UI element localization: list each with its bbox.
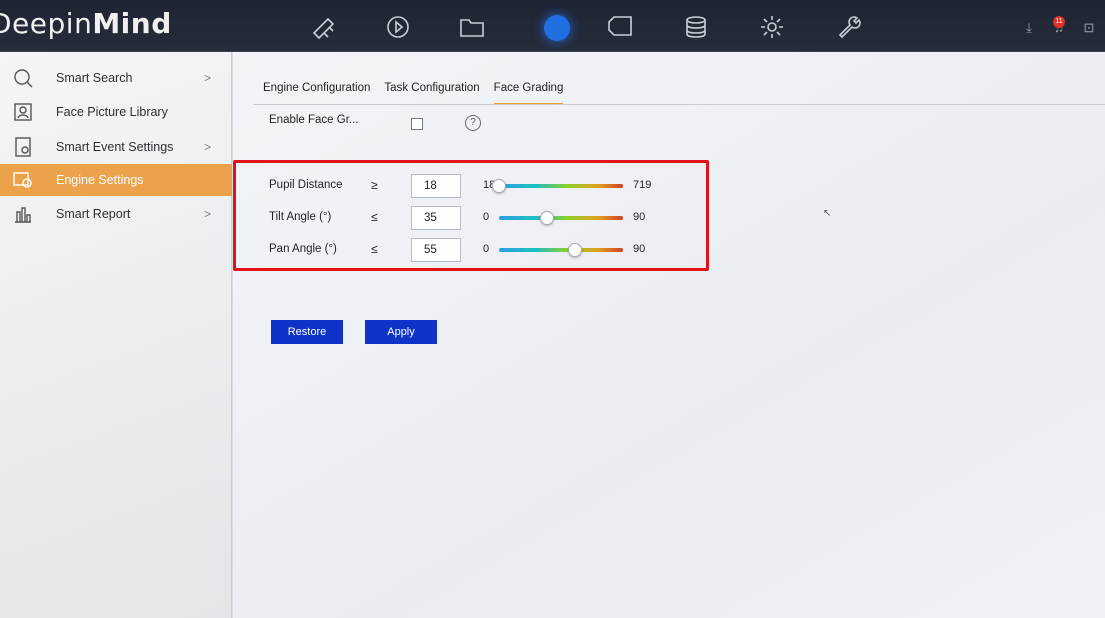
- enable-face-grading-label: Enable Face Gr...: [269, 114, 359, 126]
- tilt-angle-slider[interactable]: [499, 211, 623, 225]
- pupil-distance-row: Pupil Distance ≥ 18 18 719: [269, 174, 709, 198]
- event-settings-icon: [15, 137, 31, 157]
- face-library-icon: [14, 103, 32, 121]
- tag-icon[interactable]: [604, 12, 636, 42]
- pan-angle-row: Pan Angle (°) ≤ 55 0 90: [269, 238, 709, 262]
- storage-icon[interactable]: [680, 12, 712, 42]
- tab-face-grading[interactable]: Face Grading: [493, 82, 564, 104]
- tab-divider: [253, 104, 1105, 105]
- sidebar-item-smart-report[interactable]: Smart Report >: [0, 198, 232, 230]
- pupil-distance-input[interactable]: 18: [411, 174, 461, 198]
- pupil-distance-slider[interactable]: [492, 179, 623, 193]
- search-ai-icon[interactable]: [308, 12, 340, 42]
- sidebar-item-label: Engine Settings: [56, 173, 144, 187]
- operator-symbol: ≤: [371, 242, 378, 256]
- operator-symbol: ≤: [371, 210, 378, 224]
- sidebar-item-label: Smart Report: [56, 207, 131, 221]
- tab-bar: Engine Configuration Task Configuration …: [263, 82, 564, 104]
- sidebar-item-smart-search[interactable]: Smart Search >: [0, 62, 232, 94]
- folder-icon[interactable]: [456, 12, 488, 42]
- slider-max-label: 719: [633, 179, 652, 191]
- slider-thumb[interactable]: [492, 179, 506, 193]
- user-lock-icon[interactable]: ⊡: [1081, 20, 1097, 36]
- slider-max-label: 90: [633, 211, 646, 223]
- slider-max-label: 90: [633, 243, 646, 255]
- alarm-bell-icon[interactable]: ♫ 11: [1051, 16, 1067, 36]
- playback-icon[interactable]: [382, 12, 414, 42]
- operator-symbol: ≥: [371, 178, 378, 192]
- enable-face-grading-checkbox[interactable]: [411, 118, 423, 130]
- apply-button[interactable]: Apply: [365, 320, 437, 344]
- slider-thumb[interactable]: [567, 243, 582, 257]
- report-icon: [15, 207, 31, 223]
- tilt-angle-input[interactable]: 35: [411, 206, 461, 230]
- tab-engine-configuration[interactable]: Engine Configuration: [263, 82, 370, 104]
- sidebar-item-label: Smart Event Settings: [56, 140, 174, 154]
- top-right-tools: ⤓ ♫ 11 ⊡: [1021, 16, 1097, 36]
- alarm-count-badge: 11: [1053, 16, 1065, 28]
- slider-min-label: 0: [483, 211, 490, 223]
- pan-angle-slider[interactable]: [499, 243, 623, 257]
- tilt-angle-row: Tilt Angle (°) ≤ 35 0 90: [269, 206, 709, 230]
- chevron-right-icon: >: [204, 207, 212, 221]
- top-bar: DeepinMind ⤓ ♫ 11 ⊡: [0, 0, 1105, 52]
- sidebar-item-label: Smart Search: [56, 71, 133, 85]
- chevron-right-icon: >: [204, 71, 212, 85]
- sidebar-item-smart-event-settings[interactable]: Smart Event Settings >: [0, 131, 232, 163]
- tilt-angle-label: Tilt Angle (°): [269, 211, 332, 223]
- pupil-distance-label: Pupil Distance: [269, 179, 343, 191]
- smart-search-icon: [14, 69, 33, 88]
- slider-thumb[interactable]: [540, 211, 555, 225]
- settings-gear-icon[interactable]: [756, 12, 788, 42]
- sidebar-item-engine-settings[interactable]: Engine Settings: [0, 164, 232, 196]
- sidebar-item-label: Face Picture Library: [56, 105, 168, 119]
- chevron-right-icon: >: [204, 140, 212, 154]
- main-panel: Engine Configuration Task Configuration …: [233, 52, 1105, 618]
- pan-angle-input[interactable]: 55: [411, 238, 461, 262]
- slider-min-label: 0: [483, 243, 490, 255]
- app-logo: DeepinMind: [0, 7, 172, 40]
- engine-settings-icon: [13, 172, 32, 188]
- download-icon[interactable]: ⤓: [1021, 20, 1037, 36]
- smart-search-icon[interactable]: [544, 15, 570, 41]
- sidebar: Smart Search > Face Picture Library Smar…: [0, 52, 232, 618]
- wrench-icon[interactable]: [832, 12, 864, 42]
- tab-task-configuration[interactable]: Task Configuration: [384, 82, 479, 104]
- restore-button[interactable]: Restore: [271, 320, 343, 344]
- mouse-cursor-icon: ↖: [823, 208, 832, 219]
- help-icon[interactable]: ?: [465, 115, 481, 131]
- sidebar-item-face-picture-library[interactable]: Face Picture Library: [0, 96, 232, 128]
- pan-angle-label: Pan Angle (°): [269, 243, 337, 255]
